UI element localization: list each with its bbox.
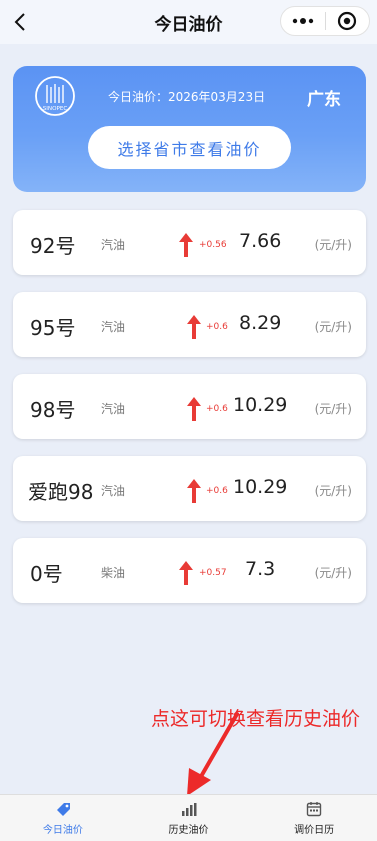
price-change: +0.6	[206, 322, 228, 332]
tab-label: 今日油价	[42, 825, 83, 836]
target-close-icon	[338, 11, 357, 31]
back-button[interactable]	[6, 8, 34, 36]
fuel-grade: 95号	[30, 316, 76, 340]
bar-chart-icon	[181, 803, 196, 816]
calendar-icon	[306, 802, 322, 817]
price-change: +0.56	[199, 240, 227, 250]
price-card: 98号 汽油 +0.6 10.29 (元/升)	[13, 374, 366, 439]
price-card: 爱跑98 汽油 +0.6 10.29 (元/升)	[13, 456, 366, 521]
fuel-price: 10.29	[233, 476, 288, 498]
fuel-grade: 92号	[30, 234, 76, 258]
province-label[interactable]: 广东	[307, 85, 341, 110]
date-label: 今日油价：2026年03月23日	[108, 90, 266, 104]
price-unit: (元/升)	[314, 402, 352, 416]
close-mini-program-button[interactable]	[326, 6, 369, 36]
logo-text: SINOPEC	[43, 106, 68, 112]
navigation-bar: 今日油价	[0, 0, 377, 44]
fuel-type: 汽油	[101, 484, 126, 498]
today-price-header-card: SINOPEC 今日油价：2026年03月23日 广东 选择省市查看油价	[13, 66, 366, 192]
chevron-left-icon	[14, 13, 25, 31]
fuel-grade: 爱跑98	[28, 480, 94, 504]
tab-adjust-calendar[interactable]: 调价日历	[251, 795, 377, 841]
annotation-arrow-icon	[187, 712, 239, 796]
more-dots-icon	[292, 18, 314, 24]
tab-label: 调价日历	[294, 825, 335, 836]
fuel-grade: 98号	[30, 398, 76, 422]
price-tag-icon	[56, 803, 70, 816]
price-up-arrow-icon	[179, 561, 193, 585]
fuel-grade: 0号	[30, 562, 63, 586]
sinopec-logo-icon: SINOPEC	[35, 76, 75, 116]
tab-history-price[interactable]: 历史油价	[126, 795, 252, 841]
mini-program-capsule	[280, 6, 370, 36]
price-unit: (元/升)	[314, 566, 352, 580]
fuel-type: 柴油	[101, 566, 126, 580]
price-up-arrow-icon	[179, 233, 193, 257]
fuel-price: 10.29	[233, 394, 288, 416]
price-card: 0号 柴油 +0.57 7.3 (元/升)	[13, 538, 366, 603]
fuel-type: 汽油	[101, 320, 126, 334]
fuel-price: 7.66	[239, 230, 282, 252]
tab-today-price[interactable]: 今日油价	[0, 795, 126, 841]
price-change: +0.6	[206, 486, 228, 496]
fuel-price: 8.29	[239, 312, 282, 334]
fuel-price: 7.3	[245, 558, 276, 580]
price-up-arrow-icon	[187, 315, 201, 339]
price-up-arrow-icon	[187, 397, 201, 421]
fuel-type: 汽油	[101, 402, 126, 416]
price-change: +0.57	[199, 568, 227, 578]
price-unit: (元/升)	[314, 484, 352, 498]
fuel-type: 汽油	[101, 238, 126, 252]
price-card: 92号 汽油 +0.56 7.66 (元/升)	[13, 210, 366, 275]
price-card: 95号 汽油 +0.6 8.29 (元/升)	[13, 292, 366, 357]
select-province-button[interactable]: 选择省市查看油价	[88, 126, 291, 169]
price-unit: (元/升)	[314, 320, 352, 334]
price-change: +0.6	[206, 404, 228, 414]
page-title: 今日油价	[154, 14, 223, 35]
price-up-arrow-icon	[187, 479, 201, 503]
tab-label: 历史油价	[168, 825, 209, 836]
bottom-tab-bar: 今日油价 历史油价 调价日历	[0, 794, 377, 841]
more-menu-button[interactable]	[281, 6, 325, 36]
price-unit: (元/升)	[314, 238, 352, 252]
